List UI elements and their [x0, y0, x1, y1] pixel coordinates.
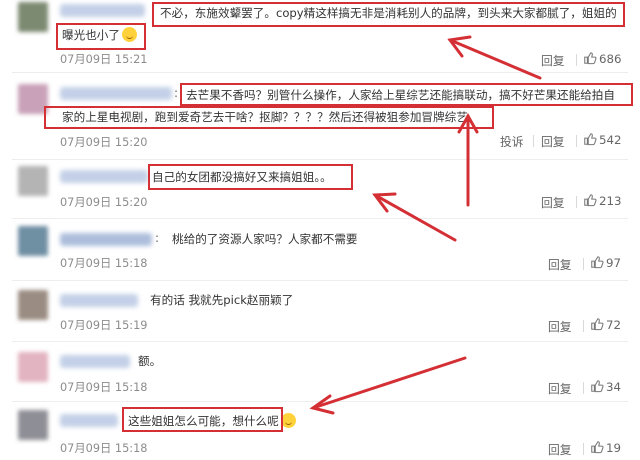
thumbs-up-icon — [591, 441, 604, 454]
comment-text: 这些姐姐怎么可能，想什么呢 — [128, 414, 279, 428]
username-blurred[interactable] — [60, 355, 130, 368]
reply-button[interactable]: 回复 — [541, 52, 565, 69]
divider — [533, 135, 534, 147]
comment-text-line2-text: 曝光也小了 — [62, 28, 120, 42]
thumbs-up-icon — [584, 194, 597, 207]
divider — [583, 258, 584, 270]
thumbs-up-icon — [591, 318, 604, 331]
reply-button[interactable]: 回复 — [548, 441, 572, 458]
reply-button[interactable]: 回复 — [541, 194, 565, 211]
avatar[interactable] — [18, 410, 48, 440]
divider — [576, 135, 577, 147]
comment-text-line1: 这些姐姐怎么可能，想什么呢 — [128, 410, 296, 432]
comment-item: 有的话 我就先pick赵丽颖了 07月09日 15:19 回复 72 — [0, 284, 640, 338]
comment-timestamp: 07月09日 15:18 — [60, 381, 148, 394]
comment-text-line1: 去芒果不香吗？别管什么操作，人家给上星综艺还能搞联动，搞不好芒果还能给拍自 — [186, 88, 615, 102]
like-button[interactable]: 97 — [590, 255, 621, 270]
avatar[interactable] — [18, 226, 48, 256]
like-button[interactable]: 542 — [583, 132, 622, 147]
username-blurred[interactable] — [60, 170, 148, 183]
like-button[interactable]: 34 — [590, 379, 621, 394]
name-colon: : — [155, 231, 160, 245]
like-count: 72 — [606, 318, 622, 332]
separator — [12, 159, 628, 160]
separator — [12, 280, 628, 281]
thumbs-up-icon — [591, 256, 604, 269]
comment-item: 额。 07月09日 15:18 回复 34 — [0, 346, 640, 398]
smile-emoji-icon — [280, 413, 296, 428]
comment-timestamp: 07月09日 15:18 — [60, 442, 148, 455]
separator — [12, 401, 628, 402]
comment-text-line1: 有的话 我就先pick赵丽颖了 — [150, 293, 294, 307]
divider — [576, 196, 577, 208]
like-button[interactable]: 19 — [590, 440, 621, 455]
comment-timestamp: 07月09日 15:21 — [60, 53, 148, 66]
like-button[interactable]: 213 — [583, 193, 622, 208]
comment-item: : 去芒果不香吗？别管什么操作，人家给上星综艺还能搞联动，搞不好芒果还能给拍自 … — [0, 80, 640, 158]
like-count: 542 — [599, 133, 622, 147]
avatar[interactable] — [18, 166, 48, 196]
name-colon: : — [174, 86, 179, 100]
like-button[interactable]: 686 — [583, 51, 622, 66]
username-blurred[interactable] — [60, 294, 138, 307]
comment-timestamp: 07月09日 15:18 — [60, 257, 148, 270]
username-blurred[interactable] — [60, 87, 172, 100]
report-button[interactable]: 投诉 — [500, 133, 524, 150]
reply-button[interactable]: 回复 — [541, 133, 565, 150]
reply-button[interactable]: 回复 — [548, 380, 572, 397]
avatar[interactable] — [18, 352, 48, 382]
comment-text-line1: 桃给的了资源人家吗？人家都不需要 — [172, 232, 358, 246]
like-count: 97 — [606, 256, 622, 270]
username-blurred[interactable] — [60, 233, 152, 246]
thumbs-up-icon — [591, 380, 604, 393]
separator — [12, 72, 628, 73]
divider — [576, 54, 577, 66]
smile-emoji-icon — [121, 27, 137, 42]
like-count: 213 — [599, 194, 622, 208]
comment-timestamp: 07月09日 15:19 — [60, 319, 148, 332]
reply-button[interactable]: 回复 — [548, 318, 572, 335]
comment-text-line2: 家的上星电视剧，跑到爱奇艺去干啥？抠脚？？？？然后还得被狙参加冒牌综艺 — [62, 110, 468, 124]
comment-timestamp: 07月09日 15:20 — [60, 136, 148, 149]
thumbs-up-icon — [584, 52, 597, 65]
avatar[interactable] — [18, 84, 48, 114]
comment-item: : 桃给的了资源人家吗？人家都不需要 07月09日 15:18 回复 97 — [0, 222, 640, 278]
comment-text-line2: 曝光也小了 — [62, 24, 137, 46]
username-blurred[interactable] — [60, 4, 145, 17]
divider — [583, 320, 584, 332]
divider — [583, 382, 584, 394]
separator — [12, 218, 628, 219]
comment-text-line1: 额。 — [138, 354, 162, 368]
comment-text-line1: 自己的女团都没搞好又来搞姐姐。。 — [152, 170, 332, 184]
like-count: 19 — [606, 441, 622, 455]
comment-item: 不必，东施效颦罢了。copy精这样搞无非是消耗别人的品牌，到头来大家都腻了，姐姐… — [0, 0, 640, 70]
comment-item: 自己的女团都没搞好又来搞姐姐。。 07月09日 15:20 回复 213 — [0, 162, 640, 214]
comment-timestamp: 07月09日 15:20 — [60, 196, 148, 209]
comment-item: 这些姐姐怎么可能，想什么呢 07月09日 15:18 回复 19 — [0, 406, 640, 460]
reply-button[interactable]: 回复 — [548, 256, 572, 273]
separator — [12, 341, 628, 342]
divider — [583, 443, 584, 455]
like-count: 686 — [599, 52, 622, 66]
username-blurred[interactable] — [60, 414, 118, 427]
like-button[interactable]: 72 — [590, 317, 621, 332]
avatar[interactable] — [18, 290, 48, 320]
thumbs-up-icon — [584, 133, 597, 146]
comment-text-line1: 不必，东施效颦罢了。copy精这样搞无非是消耗别人的品牌，到头来大家都腻了，姐姐… — [160, 6, 617, 20]
avatar[interactable] — [18, 2, 48, 32]
like-count: 34 — [606, 380, 622, 394]
